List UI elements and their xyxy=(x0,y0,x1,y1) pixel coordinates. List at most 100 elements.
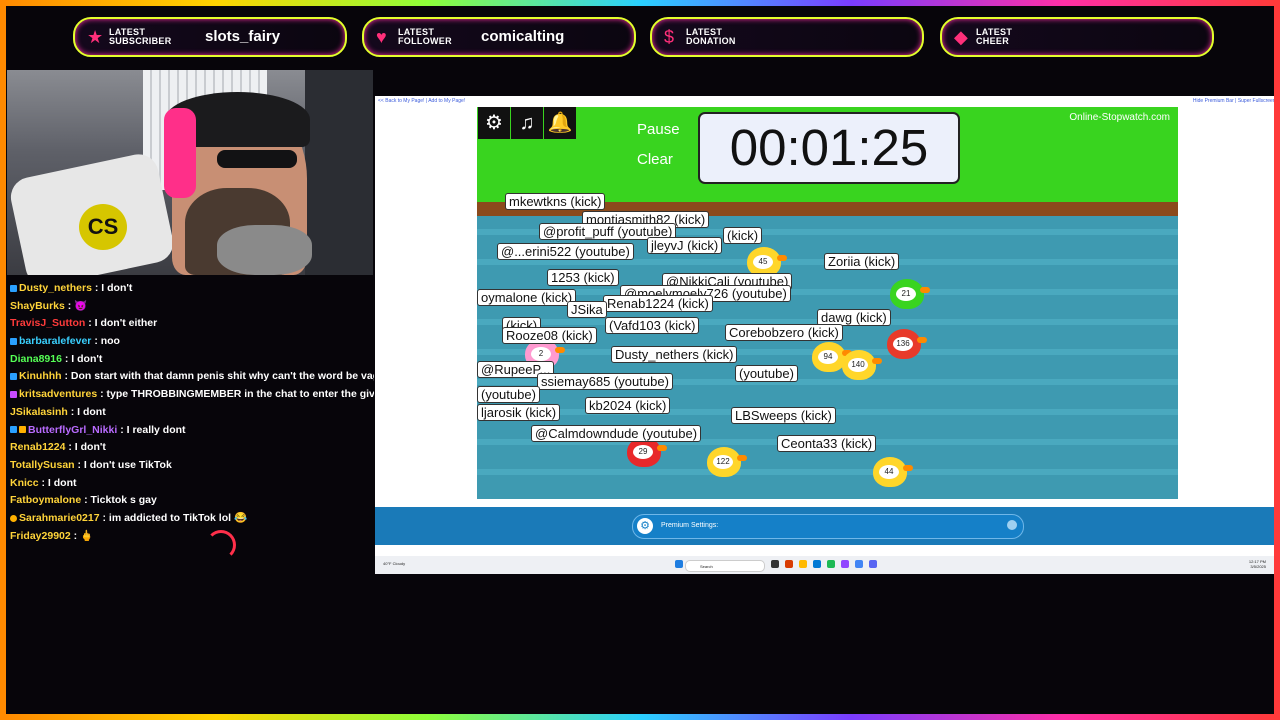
racer-name-tag: ljarosik (kick) xyxy=(477,404,561,421)
clock-date: 3/5/2025 xyxy=(1250,564,1266,569)
chat-message: barbaralefever : noo xyxy=(6,333,374,351)
duck-beak xyxy=(917,337,927,343)
duck-number: 44 xyxy=(879,465,899,479)
search-label: Search xyxy=(700,564,713,569)
duck-number: 29 xyxy=(633,445,653,459)
chevron-down-icon[interactable] xyxy=(1007,520,1017,530)
fullscreen-link[interactable]: Hide Premium Bar | Super Fullscreen! xyxy=(1193,98,1277,104)
racer-name-tag: 1253 (kick) xyxy=(547,269,619,286)
windows-taskbar: 40°F Cloudy Search 12:17 PM 3/5/2025 xyxy=(375,556,1280,574)
alert-kind: LATEST DONATION xyxy=(686,27,736,46)
chat-username: JSikalasinh xyxy=(10,405,68,418)
latest-follower-alert: ♥ LATEST FOLLOWER comicalting xyxy=(362,17,636,57)
task-view-icon[interactable] xyxy=(771,560,779,568)
duck-number: 21 xyxy=(896,287,916,301)
browser-link-bar: << Back to My Page! | Add to My Page! Hi… xyxy=(375,96,1280,106)
racer-name-tag: Zoriia (kick) xyxy=(824,253,900,270)
chat-username: Kinuhhh xyxy=(19,370,62,383)
chat-username: Diana8916 xyxy=(10,352,62,365)
racer-name-tag: (youtube) xyxy=(735,365,798,382)
sunglasses xyxy=(217,150,297,168)
latest-cheer-alert: ◆ LATEST CHEER xyxy=(940,17,1214,57)
back-link[interactable]: << Back to My Page! | Add to My Page! xyxy=(378,98,465,104)
discord-icon[interactable] xyxy=(869,560,877,568)
chrome-icon[interactable] xyxy=(855,560,863,568)
racer-name-tag: @...erini522 (youtube) xyxy=(497,243,634,260)
webcam-feed: CS xyxy=(7,70,373,275)
chat-badge-icon xyxy=(10,426,17,434)
chat-message: kritsadventures : type THROBBINGMEMBER i… xyxy=(6,386,374,404)
clear-button[interactable]: Clear xyxy=(637,151,673,168)
chat-message: Knicc : I dont xyxy=(6,475,374,493)
duck-beak xyxy=(657,445,667,451)
duck-number: 94 xyxy=(818,350,838,364)
chat-message: Dusty_nethers : I don't xyxy=(6,280,374,298)
app-icon[interactable] xyxy=(841,560,849,568)
duck-beak xyxy=(777,255,787,261)
latest-subscriber-alert: ★ LATEST SUBSCRIBER slots_fairy xyxy=(73,17,347,57)
weather-widget[interactable]: 40°F Cloudy xyxy=(383,561,405,566)
chat-username: Renab1224 xyxy=(10,441,66,454)
racer-name-tag: Ceonta33 (kick) xyxy=(777,435,877,452)
loading-ring-icon xyxy=(206,530,236,560)
pillow-logo: CS xyxy=(79,204,127,250)
racer-name-tag: (kick) xyxy=(723,227,763,244)
spotify-icon[interactable] xyxy=(827,560,835,568)
weather-temp: 40°F xyxy=(383,561,392,566)
pause-button[interactable]: Pause xyxy=(637,121,680,138)
chat-message: ButterflyGrl_Nikki : I really dont xyxy=(6,422,374,440)
screen-capture: << Back to My Page! | Add to My Page! Hi… xyxy=(375,96,1280,574)
chat-message: JSikalasinh : I dont xyxy=(6,404,374,422)
star-icon: ★ xyxy=(87,27,104,47)
chat-message: Sarahmarie0217 : im addicted to TikTok l… xyxy=(6,510,374,528)
duck: 44 xyxy=(873,457,913,487)
racer-name-tag: @Calmdowndude (youtube) xyxy=(531,425,702,442)
app-icon[interactable] xyxy=(785,560,793,568)
chat-text: : I don't use TikTok xyxy=(77,458,172,471)
heart-icon: ♥ xyxy=(376,27,387,47)
stopwatch-display: 00:01:25 xyxy=(698,112,960,184)
taskbar-search[interactable]: Search xyxy=(685,560,765,572)
taskbar-clock[interactable]: 12:17 PM 3/5/2025 xyxy=(1249,559,1266,569)
chat-username: ShayBurks xyxy=(10,299,65,312)
racer-name-tag: (Vafd103 (kick) xyxy=(605,317,700,334)
duck-number: 136 xyxy=(893,337,913,351)
site-brand[interactable]: Online-Stopwatch.com xyxy=(1069,112,1170,123)
duck: 94 xyxy=(812,342,852,372)
racer-name-tag: LBSweeps (kick) xyxy=(731,407,836,424)
stream-alerts-bar: ★ LATEST SUBSCRIBER slots_fairy ♥ LATEST… xyxy=(0,0,1280,68)
bell-icon[interactable]: 🔔 xyxy=(544,107,576,139)
duck-beak xyxy=(903,465,913,471)
settings-gear-icon: ⚙ xyxy=(637,518,653,534)
music-icon[interactable]: ♫ xyxy=(511,107,543,139)
chat-message: ShayBurks : 😈 xyxy=(6,298,374,316)
weather-desc: Cloudy xyxy=(392,561,406,566)
premium-settings-label: Premium Settings: xyxy=(661,522,719,529)
folder-icon[interactable] xyxy=(799,560,807,568)
chat-text: : I don't xyxy=(94,282,133,294)
chat-message: Friday29902 : 🖕 xyxy=(6,528,374,546)
dollar-icon: $ xyxy=(664,27,675,47)
chat-text: : I really dont xyxy=(120,423,186,436)
racer-name-tag: (youtube) xyxy=(477,386,540,403)
chat-message: TotallySusan : I don't use TikTok xyxy=(6,457,374,475)
chat-text: : I don't xyxy=(64,352,103,365)
edge-icon[interactable] xyxy=(813,560,821,568)
duck-number: 45 xyxy=(753,255,773,269)
premium-settings-dropdown[interactable]: ⚙ Premium Settings: xyxy=(632,514,1024,539)
chat-message: Renab1224 : I don't xyxy=(6,439,374,457)
chat-badge-icon xyxy=(10,514,17,522)
racer-name-tag: ssiemay685 (youtube) xyxy=(537,373,673,390)
racer-name-tag: Rooze08 (kick) xyxy=(502,327,597,344)
start-icon[interactable] xyxy=(675,560,683,568)
racer-name-tag: kb2024 (kick) xyxy=(585,397,671,414)
chat-badge-icon xyxy=(10,337,17,345)
duck-number: 122 xyxy=(713,455,733,469)
chat-text: : Don start with that damn penis shit wh… xyxy=(64,370,375,383)
chat-username: Friday29902 xyxy=(10,529,71,542)
chat-message: Kinuhhh : Don start with that damn penis… xyxy=(6,368,374,386)
duck: 136 xyxy=(887,329,927,359)
gear-icon[interactable]: ⚙ xyxy=(478,107,510,139)
chat-badge-icon xyxy=(10,373,17,381)
chat-message: TravisJ_Sutton : I don't either xyxy=(6,315,374,333)
